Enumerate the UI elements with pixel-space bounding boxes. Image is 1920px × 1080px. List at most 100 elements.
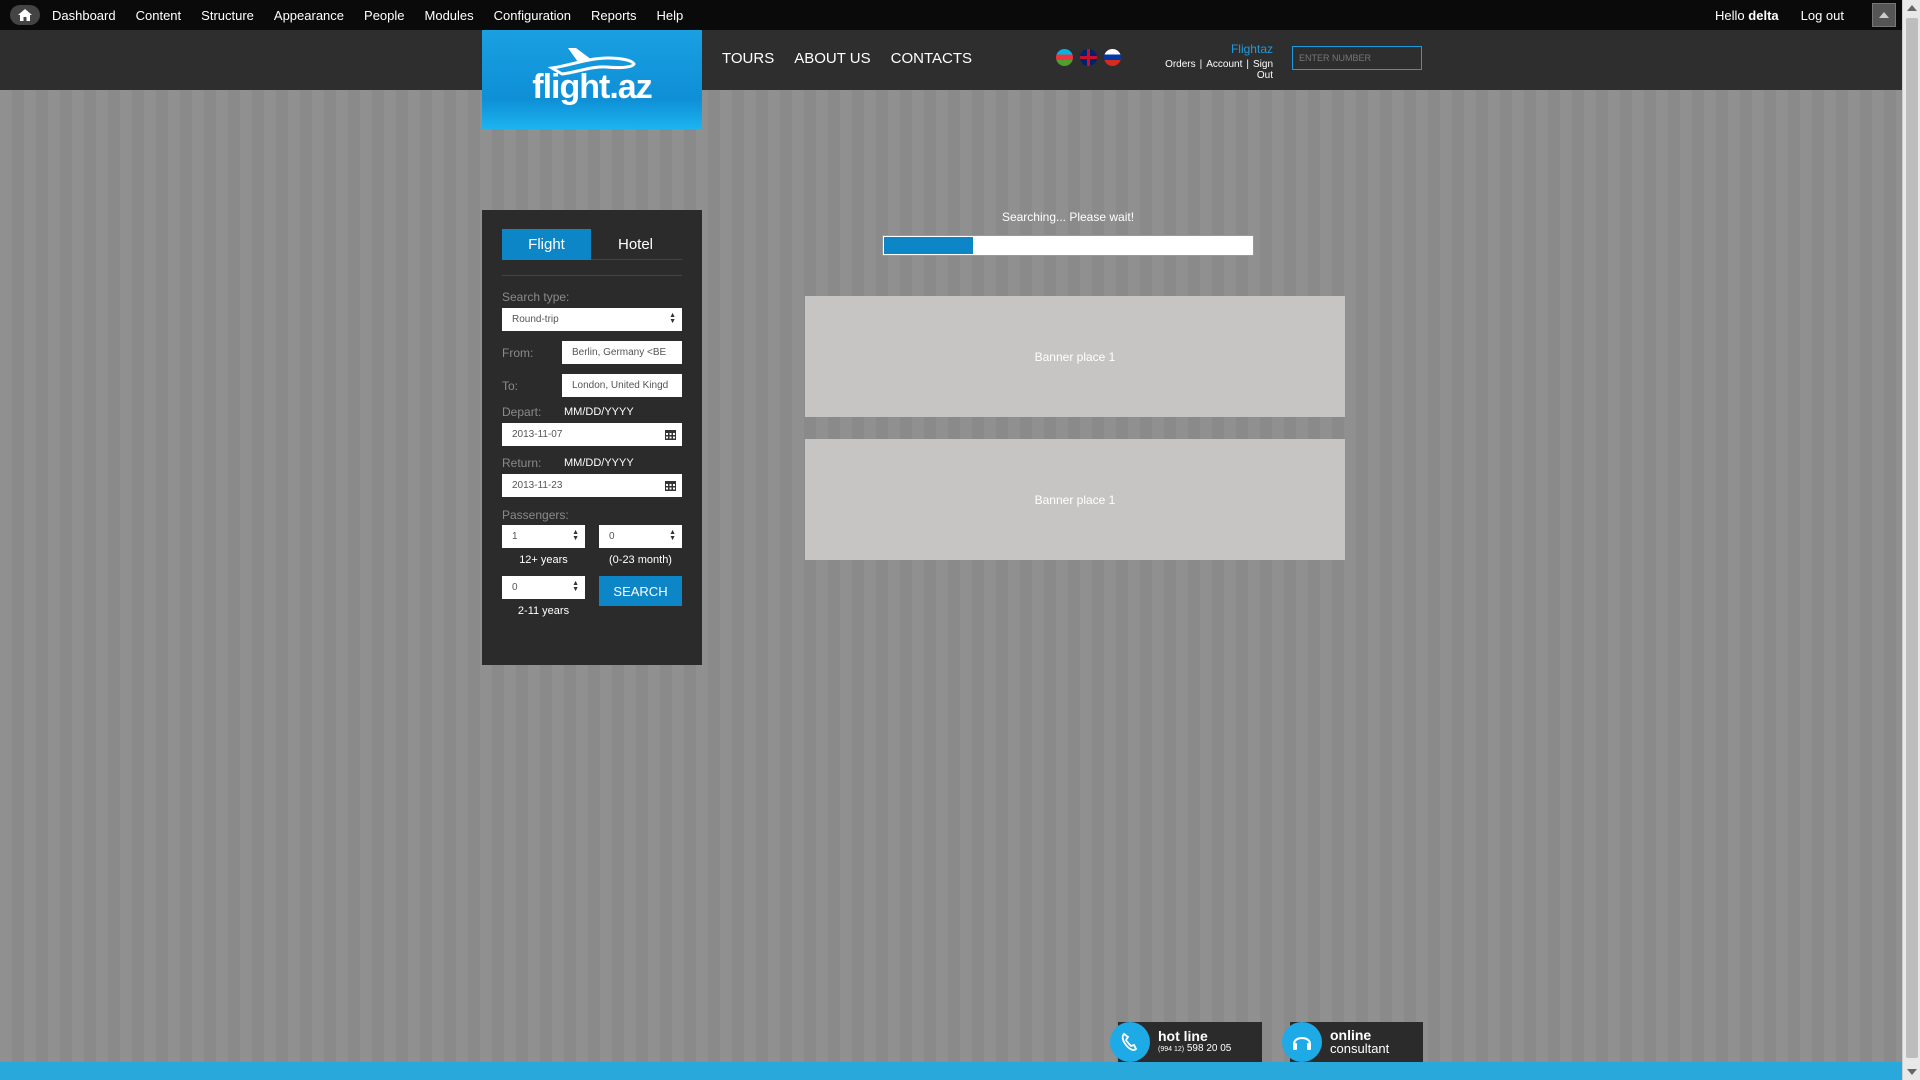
admin-menu-appearance[interactable]: Appearance (274, 8, 344, 23)
depart-label: Depart: (502, 405, 542, 419)
nav-about-us[interactable]: ABOUT US (794, 50, 870, 67)
to-value: London, United Kingd (572, 380, 669, 391)
children-age-label: 2-11 years (517, 605, 570, 617)
infants-select[interactable]: 0 ▲ ▼ (599, 525, 682, 548)
progress-fill (884, 237, 973, 254)
banner-2[interactable]: Banner place 1 (805, 439, 1345, 560)
children-select[interactable]: 0 ▲ ▼ (502, 576, 585, 599)
scrollbar-thumb[interactable] (1906, 18, 1918, 1058)
adults-group: 1 ▲ ▼ 12+ years (502, 525, 585, 566)
home-icon[interactable] (10, 5, 40, 25)
hotline-text: hot line (994 12) 598 20 05 (1158, 1029, 1231, 1056)
nav-tours[interactable]: TOURS (722, 50, 774, 67)
depart-row: Depart: MM/DD/YYYY (502, 405, 682, 419)
orders-link[interactable]: Orders (1165, 59, 1196, 70)
account-link[interactable]: Account (1206, 59, 1242, 70)
search-type-label: Search type: (502, 290, 570, 304)
page-scrollbar[interactable] (1902, 0, 1920, 1080)
select-arrows-icon: ▲ ▼ (572, 529, 579, 542)
select-arrows-icon: ▲ ▼ (669, 529, 676, 542)
from-label: From: (502, 345, 534, 360)
search-tabs: Flight Hotel (502, 229, 682, 260)
main-nav: TOURS ABOUT US CONTACTS (722, 50, 992, 67)
chevron-up-icon (1879, 12, 1889, 18)
admin-greeting: Hello delta (1715, 7, 1779, 23)
children-row: 0 ▲ ▼ 2-11 years SEARCH (502, 576, 682, 617)
tabs-divider (502, 275, 682, 276)
admin-username[interactable]: delta (1748, 8, 1778, 23)
hotline-title: hot line (1158, 1027, 1208, 1044)
return-date-value: 2013-11-23 (512, 480, 563, 491)
user-links: Orders | Account | Sign Out (1165, 59, 1273, 81)
headset-icon (1282, 1022, 1322, 1062)
from-input[interactable]: Berlin, Germany <BE (562, 341, 682, 364)
return-date-input[interactable]: 2013-11-23 (502, 474, 682, 497)
admin-menu-content[interactable]: Content (136, 8, 182, 23)
searching-status: Searching... Please wait! (1001, 210, 1135, 224)
site-logo[interactable]: flight.az (482, 30, 702, 129)
return-label: Return: (502, 456, 542, 470)
user-name-link[interactable]: Flightaz (1147, 42, 1273, 56)
to-row: To: London, United Kingd (502, 374, 682, 397)
from-row: From: Berlin, Germany <BE (502, 341, 682, 364)
tab-hotel[interactable]: Hotel (591, 229, 680, 260)
calendar-icon[interactable] (665, 480, 676, 491)
admin-menu: Dashboard Content Structure Appearance P… (52, 8, 703, 23)
scroll-down-icon[interactable] (1907, 1069, 1917, 1075)
user-box: Flightaz Orders | Account | Sign Out (1147, 42, 1273, 81)
admin-menu-reports[interactable]: Reports (591, 8, 637, 23)
depart-format-hint: MM/DD/YYYY (564, 406, 634, 418)
search-panel: Flight Hotel Search type: Round-trip ▲ ▼ … (482, 210, 702, 665)
nav-contacts[interactable]: CONTACTS (891, 50, 972, 67)
consultant-text: online consultant (1330, 1028, 1389, 1056)
flag-en-icon[interactable] (1080, 49, 1097, 66)
hotline-phone: 598 20 05 (1186, 1042, 1232, 1054)
hotline-widget[interactable]: hot line (994 12) 598 20 05 (1110, 1022, 1262, 1062)
admin-menu-configuration[interactable]: Configuration (494, 8, 571, 23)
flag-az-icon[interactable] (1056, 49, 1073, 66)
adults-age-label: 12+ years (519, 554, 568, 566)
enter-number-input[interactable] (1292, 46, 1422, 70)
admin-menu-modules[interactable]: Modules (425, 8, 474, 23)
adults-select[interactable]: 1 ▲ ▼ (502, 525, 585, 548)
banner-1[interactable]: Banner place 1 (805, 296, 1345, 417)
depart-date-input[interactable]: 2013-11-07 (502, 423, 682, 446)
search-type-select[interactable]: Round-trip ▲ ▼ (502, 308, 682, 331)
infants-age-label: (0-23 month) (609, 554, 672, 566)
admin-menu-people[interactable]: People (364, 8, 404, 23)
admin-menu-help[interactable]: Help (657, 8, 684, 23)
return-row: Return: MM/DD/YYYY (502, 456, 682, 470)
admin-menu-dashboard[interactable]: Dashboard (52, 8, 116, 23)
return-format-hint: MM/DD/YYYY (564, 457, 634, 469)
select-arrows-icon: ▲ ▼ (669, 312, 676, 325)
footer-bar (0, 1062, 1902, 1080)
flag-ru-icon[interactable] (1104, 49, 1121, 66)
children-value: 0 (512, 582, 518, 593)
infants-value: 0 (609, 531, 615, 542)
to-label: To: (502, 378, 519, 393)
admin-user-area: Hello delta Log out (1715, 0, 1896, 30)
admin-menu-structure[interactable]: Structure (201, 8, 254, 23)
logout-link[interactable]: Log out (1801, 8, 1844, 23)
hotline-phone-prefix: (994 12) (1158, 1045, 1185, 1053)
passengers-row: 1 ▲ ▼ 12+ years 0 ▲ ▼ (0-23 month) (502, 525, 682, 566)
search-progress-bar (882, 235, 1254, 256)
to-input[interactable]: London, United Kingd (562, 374, 682, 397)
phone-icon (1110, 1022, 1150, 1062)
from-value: Berlin, Germany <BE (572, 347, 667, 358)
language-switcher (1056, 49, 1128, 66)
infants-group: 0 ▲ ▼ (0-23 month) (599, 525, 682, 566)
scroll-up-icon[interactable] (1907, 5, 1917, 11)
passengers-label: Passengers: (502, 508, 569, 522)
search-button[interactable]: SEARCH (599, 576, 682, 606)
select-arrows-icon: ▲ ▼ (572, 580, 579, 593)
calendar-icon[interactable] (665, 429, 676, 440)
children-group: 0 ▲ ▼ 2-11 years (502, 576, 585, 617)
tab-flight[interactable]: Flight (502, 229, 591, 260)
depart-date-value: 2013-11-07 (512, 429, 563, 440)
sign-out-link[interactable]: Sign Out (1253, 59, 1273, 81)
consultant-subtitle: consultant (1330, 1041, 1390, 1056)
toolbar-toggle-button[interactable] (1872, 3, 1896, 27)
online-consultant-widget[interactable]: online consultant (1282, 1022, 1423, 1062)
search-type-value: Round-trip (512, 314, 559, 325)
